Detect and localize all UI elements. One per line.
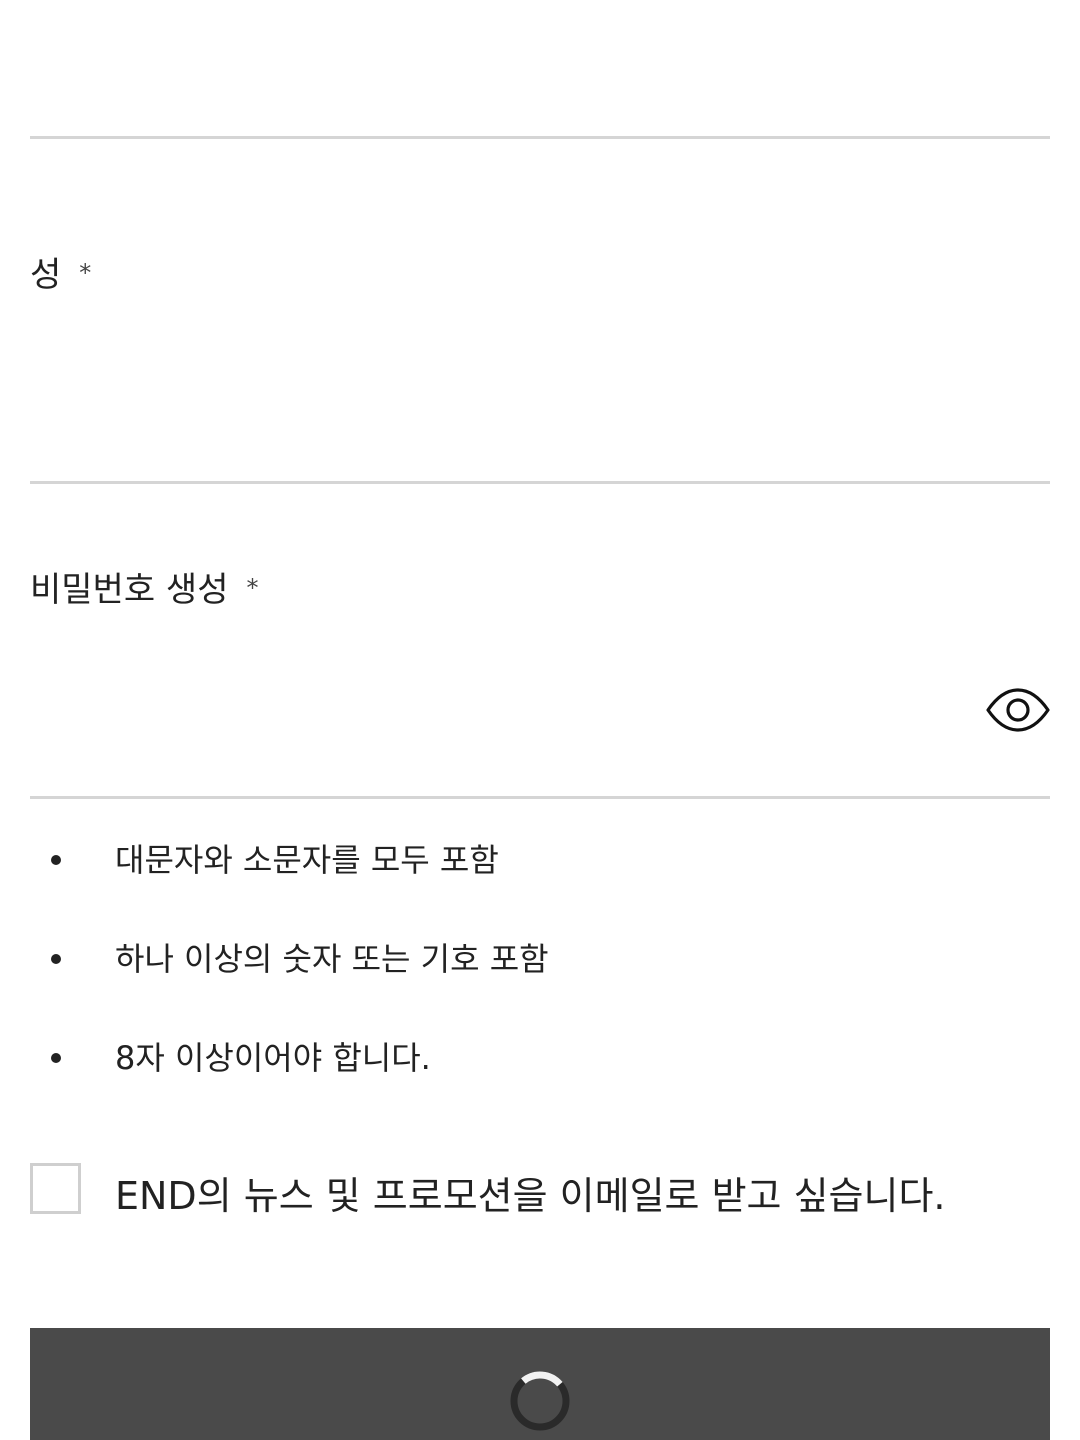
password-rule-text: 8자 이상이어야 합니다.: [115, 1039, 431, 1077]
bullet-icon: [51, 855, 61, 865]
first-name-divider: [30, 136, 1050, 139]
password-label: 비밀번호 생성 *: [30, 570, 259, 610]
password-rule-item: 대문자와 소문자를 모두 포함: [0, 830, 1080, 890]
eye-icon: [986, 688, 1050, 732]
loading-spinner-icon: [510, 1371, 570, 1431]
last-name-label-text: 성: [30, 255, 62, 295]
first-name-input[interactable]: [30, 60, 970, 120]
bullet-icon: [51, 954, 61, 964]
last-name-divider: [30, 481, 1050, 484]
password-input[interactable]: [30, 680, 970, 740]
password-rule-text: 하나 이상의 숫자 또는 기호 포함: [115, 940, 549, 978]
last-name-input[interactable]: [30, 390, 970, 450]
password-label-text: 비밀번호 생성: [30, 570, 229, 610]
last-name-required-mark: *: [79, 259, 92, 287]
password-divider: [30, 796, 1050, 799]
password-rule-item: 8자 이상이어야 합니다.: [0, 1028, 1080, 1088]
newsletter-checkbox[interactable]: [30, 1163, 81, 1214]
password-required-mark: *: [246, 574, 259, 602]
newsletter-label[interactable]: END의 뉴스 및 프로모션을 이메일로 받고 싶습니다.: [115, 1163, 995, 1229]
last-name-label: 성 *: [30, 255, 91, 295]
submit-button[interactable]: [30, 1328, 1050, 1440]
password-rule-item: 하나 이상의 숫자 또는 기호 포함: [0, 929, 1080, 989]
password-rule-text: 대문자와 소문자를 모두 포함: [115, 841, 499, 879]
bullet-icon: [51, 1053, 61, 1063]
password-visibility-toggle[interactable]: [984, 684, 1052, 736]
